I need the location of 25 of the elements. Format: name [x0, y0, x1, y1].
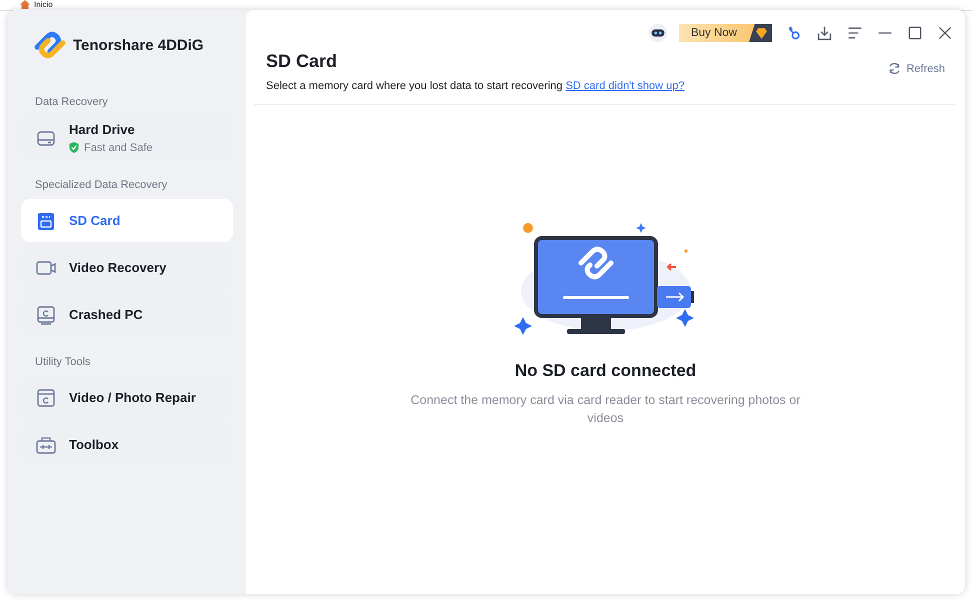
monitor-icon: [35, 304, 57, 326]
item-subtitle: Fast and Safe: [84, 142, 152, 154]
download-icon[interactable]: [816, 24, 833, 42]
page-title: SD Card: [266, 51, 338, 72]
help-link[interactable]: SD card didn't show up?: [566, 80, 684, 92]
app-name: Tenorshare 4DDiG: [73, 36, 204, 54]
robot-icon[interactable]: [646, 22, 669, 44]
menu-icon[interactable]: [847, 25, 863, 41]
breadcrumb-text: Inicio: [20, 0, 53, 9]
sidebar-item[interactable]: SD Card: [21, 199, 233, 242]
close-icon[interactable]: [937, 25, 953, 41]
refresh-icon: [887, 61, 902, 76]
key-icon[interactable]: [786, 24, 802, 42]
section-heading: Data Recovery: [34, 95, 109, 110]
page-description: Select a memory card where you lost data to start recovering SD card didn't show up?: [266, 80, 684, 92]
maximize-icon[interactable]: [907, 25, 923, 41]
buy-now-button[interactable]: Buy Now: [678, 24, 772, 42]
shield-check-icon: [69, 142, 79, 153]
section-heading: Specialized Data Recovery: [34, 178, 168, 193]
empty-state-message: Connect the memory card via card reader to start recovering photos or videos: [410, 392, 802, 427]
section-heading: Utility Tools: [34, 355, 92, 370]
refresh-button[interactable]: Refresh: [887, 61, 945, 76]
repair-window-icon: [35, 386, 57, 408]
empty-state-title: No SD card connected: [514, 361, 696, 381]
home-icon: [20, 0, 30, 9]
